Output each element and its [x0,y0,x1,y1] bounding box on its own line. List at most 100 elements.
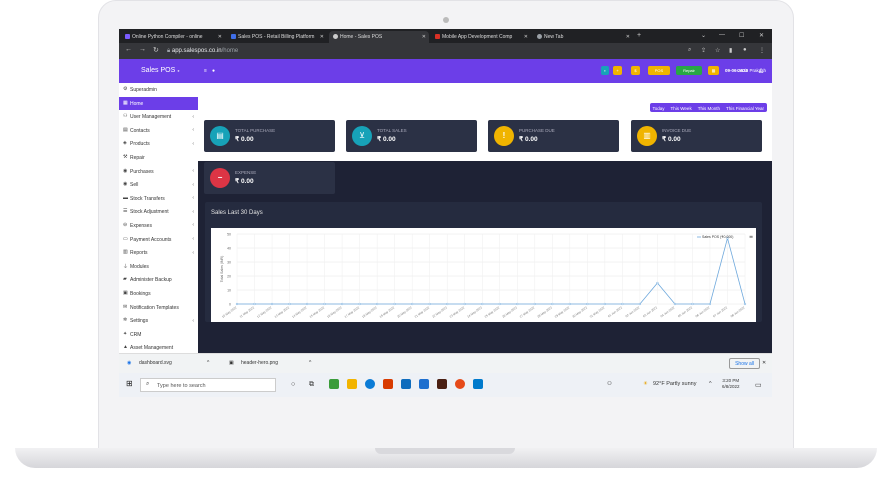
calculator-icon[interactable]: ▪ [601,66,609,75]
sidebar: Sales POS ● ⚙ Superadmin ▦ Home ⚇ User Manage… [119,59,198,353]
sidebar-item-settings[interactable]: ✲ Settings ‹ [119,314,198,328]
money-icon[interactable]: $ [631,66,640,75]
browser-tab[interactable]: Mobile App Development Comp ✕ [431,31,531,43]
share-icon[interactable]: ⇪ [701,47,706,54]
browser-tab[interactable]: Sales POS - Retail Billing Platform ✕ [227,31,327,43]
clock[interactable]: 3:20 PM 6/8/2022 [722,378,740,390]
illustrator-icon[interactable] [437,379,447,389]
data-point [253,302,256,306]
show-all-button[interactable]: Show all [729,358,760,369]
close-tab-icon[interactable]: ✕ [422,34,426,40]
info-icon[interactable]: ● [212,68,215,74]
chart-menu-icon[interactable]: ≡ [749,235,753,241]
sidebar-item-reports[interactable]: ▥ Reports ‹ [119,246,198,260]
sidebar-item-label: Products [130,141,150,148]
sidebar-item-user-management[interactable]: ⚇ User Management ‹ [119,110,198,124]
repair-label: Repair [683,68,695,73]
menu-kebab-icon[interactable]: ⋮ [759,47,765,54]
sidebar-item-purchases[interactable]: ◉ Purchases ‹ [119,165,198,179]
star-icon[interactable]: ☆ [715,47,720,54]
pos-button[interactable]: POS [648,66,670,75]
sidepanel-icon[interactable]: ▮ [729,47,732,54]
sidebar-item-asset-management[interactable]: ▲ Asset Management [119,341,198,353]
sidebar-item-crm[interactable]: ✦ CRM [119,328,198,342]
chevron-down-icon[interactable]: ⌄ [701,32,706,39]
hamburger-icon[interactable]: ≡ [204,68,207,74]
close-tab-icon[interactable]: ✕ [626,34,630,40]
sidebar-item-products[interactable]: ◈ Products ‹ [119,137,198,151]
chevron-left-icon: ‹ [192,222,194,229]
filter-this-month[interactable]: This Month [695,103,723,112]
close-tab-icon[interactable]: ✕ [524,34,528,40]
sidebar-item-notification-templates[interactable]: ✉ Notification Templates [119,301,198,315]
maximize-icon[interactable]: ☐ [739,32,744,39]
sidebar-item-stock-adjustment[interactable]: ☰ Stock Adjustment ‹ [119,205,198,219]
sidebar-item-payment-accounts[interactable]: ▭ Payment Accounts ‹ [119,233,198,247]
filter-this-financial-year[interactable]: This Financial Year [723,103,767,112]
mail-icon[interactable] [419,379,429,389]
x-tick-label: 07 Jun 2022 [712,305,728,318]
profile-icon[interactable]: ● [743,47,747,53]
calendar-icon[interactable]: ▦ [708,66,719,75]
close-window-icon[interactable]: ✕ [759,32,764,39]
edge-icon[interactable] [365,379,375,389]
chevron-up-icon[interactable]: ^ [309,360,311,366]
data-point [340,302,344,306]
forward-icon[interactable]: → [139,46,146,53]
chevron-up-icon[interactable]: ^ [709,381,712,387]
people-icon[interactable]: ⚇ [607,381,612,387]
chevron-up-icon[interactable]: ^ [207,360,209,366]
tab-favicon-icon [333,34,338,40]
close-tab-icon[interactable]: ✕ [218,34,222,40]
browser-tab[interactable]: New Tab ✕ [533,31,633,43]
url-field[interactable]: 🔒︎ app.salespos.co.in/home [167,48,238,55]
zoom-icon[interactable]: ⌕ [688,47,691,54]
browser-tab[interactable]: Online Python Compiler - online ✕ [121,31,225,43]
cart-icon: ⊻ [352,126,372,146]
close-tab-icon[interactable]: ✕ [320,34,324,40]
cortana-icon[interactable]: ○ [291,381,295,388]
back-icon[interactable]: ← [125,46,132,53]
sidebar-item-repair[interactable]: ⚒ Repair [119,151,198,165]
browser-tab-active[interactable]: Home - Sales POS ✕ [329,31,429,43]
new-tab-icon[interactable]: + [637,32,641,39]
tab-favicon-icon [537,34,542,40]
brand[interactable]: Sales POS ● [119,59,198,83]
sidebar-item-superadmin[interactable]: ⚙ Superadmin [119,83,198,97]
windows-start-icon[interactable]: ⊞ [126,379,133,388]
app-icon[interactable] [329,379,339,389]
taskbar-search[interactable]: ⌕ Type here to search [140,378,276,392]
sidebar-item-bookings[interactable]: ▣ Bookings [119,287,198,301]
minimize-icon[interactable]: — [719,32,725,38]
notification-icon[interactable]: ▭ [755,381,762,389]
x-tick-label: 03 Jun 2022 [642,305,658,318]
sidebar-item-contacts[interactable]: ▤ Contacts ‹ [119,124,198,138]
sidebar-item-home[interactable]: ▦ Home [119,96,198,111]
sales-chart-panel: Sales Last 30 Days 0 10 20 30 40 50 10 May 202… [205,202,762,322]
sidebar-item-label: Home [130,100,144,107]
outlook-icon[interactable] [401,379,411,389]
plus-square-icon[interactable]: + [613,66,622,75]
close-icon[interactable]: ✕ [762,360,766,366]
repair-button[interactable]: Repair [676,66,702,75]
file-explorer-icon[interactable] [347,379,357,389]
sidebar-item-administer-backup[interactable]: ▰ Administer Backup [119,273,198,287]
sidebar-item-modules[interactable]: ⏚ Modules [119,260,198,274]
brand-dot-icon: ● [177,68,180,73]
office-icon[interactable] [383,379,393,389]
chevron-left-icon: ‹ [192,249,194,256]
sidebar-item-stock-transfers[interactable]: ▬ Stock Transfers ‹ [119,192,198,206]
filter-this-week[interactable]: This Week [668,103,695,112]
chrome-icon[interactable] [455,379,465,389]
vscode-icon[interactable] [473,379,483,389]
reload-icon[interactable]: ↻ [153,46,159,54]
download-item[interactable]: header-hero.png [241,360,278,366]
task-view-icon[interactable]: ⧉ [309,381,314,389]
filter-today[interactable]: Today [650,103,668,112]
download-item[interactable]: dashboard.svg [139,360,172,366]
user-menu[interactable]: Lenin Prakash [737,68,766,73]
weather-text[interactable]: 92°F Partly sunny [653,381,696,387]
cubes-icon: ◈ [123,140,127,147]
sidebar-item-sell[interactable]: ◉ Sell ‹ [119,178,198,192]
sidebar-item-expenses[interactable]: ⊖ Expenses ‹ [119,219,198,233]
